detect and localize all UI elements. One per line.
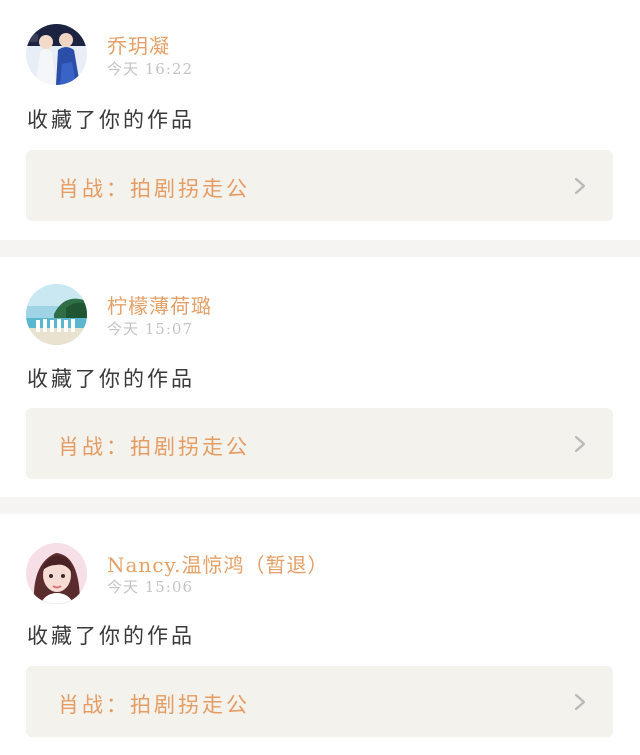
section-divider: [0, 497, 640, 514]
notification-item: 柠檬薄荷璐 今天 15:07 收藏了你的作品 肖战：拍剧拐走公: [0, 257, 640, 497]
chevron-right-icon: [574, 693, 586, 711]
action-text: 收藏了你的作品: [27, 624, 195, 648]
chevron-right-icon: [574, 177, 586, 195]
work-title: 肖战：拍剧拐走公: [58, 693, 250, 717]
timestamp: 今天 15:07: [107, 320, 193, 338]
timestamp: 今天 15:06: [107, 578, 193, 596]
action-text: 收藏了你的作品: [27, 108, 195, 132]
username[interactable]: 柠檬薄荷璐: [107, 290, 212, 319]
avatar-image: [26, 284, 87, 345]
avatar[interactable]: [26, 284, 87, 345]
work-link-card[interactable]: 肖战：拍剧拐走公: [26, 666, 613, 737]
notification-item: Nancy.温惊鸿（暂退） 今天 15:06 收藏了你的作品 肖战：拍剧拐走公: [0, 514, 640, 755]
avatar-image: [26, 543, 87, 604]
avatar[interactable]: [26, 24, 87, 85]
avatar-image: [26, 24, 87, 85]
work-title: 肖战：拍剧拐走公: [58, 435, 250, 459]
work-link-card[interactable]: 肖战：拍剧拐走公: [26, 408, 613, 479]
notification-item: 乔玥凝 今天 16:22 收藏了你的作品 肖战：拍剧拐走公: [0, 0, 640, 240]
username[interactable]: 乔玥凝: [107, 30, 170, 59]
chevron-right-icon: [574, 435, 586, 453]
work-title: 肖战：拍剧拐走公: [58, 177, 250, 201]
timestamp: 今天 16:22: [107, 60, 193, 78]
work-link-card[interactable]: 肖战：拍剧拐走公: [26, 150, 613, 221]
avatar[interactable]: [26, 543, 87, 604]
section-divider: [0, 240, 640, 257]
action-text: 收藏了你的作品: [27, 367, 195, 391]
username[interactable]: Nancy.温惊鸿（暂退）: [107, 549, 329, 578]
